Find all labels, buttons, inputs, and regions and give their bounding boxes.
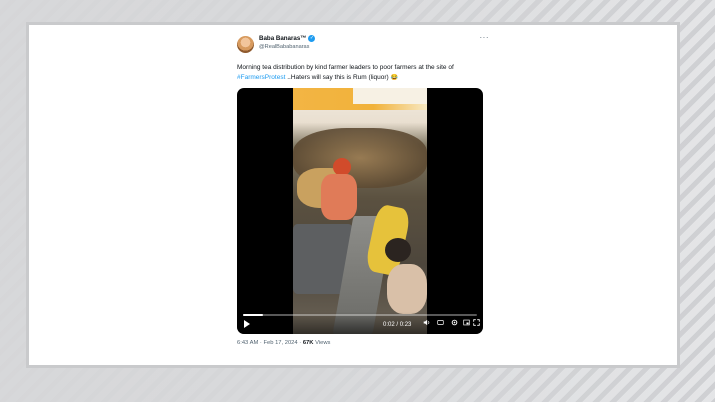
tweet-text-part1: Morning tea distribution by kind farmer … bbox=[237, 64, 454, 71]
more-options-icon[interactable]: ··· bbox=[480, 33, 490, 42]
pip-icon[interactable] bbox=[463, 319, 470, 329]
time-separator: / bbox=[396, 322, 399, 328]
tweet-time[interactable]: 6:43 AM bbox=[237, 340, 258, 346]
meta-separator: · bbox=[259, 340, 262, 346]
play-icon[interactable] bbox=[244, 320, 250, 328]
author-name[interactable]: Baba Banaras™ bbox=[259, 35, 306, 42]
current-time: 0:02 bbox=[383, 322, 395, 328]
tweet-text: Morning tea distribution by kind farmer … bbox=[237, 63, 489, 83]
views-count: 67K bbox=[302, 340, 314, 346]
hashtag-link[interactable]: #FarmersProtest bbox=[237, 74, 285, 81]
author-handle[interactable]: @RealBababanaras bbox=[259, 44, 309, 50]
screenshot-frame: Baba Banaras™ ✓ @RealBababanaras ··· Mor… bbox=[26, 22, 680, 368]
video-player[interactable]: 0:02 / 0:23 bbox=[237, 88, 483, 334]
tweet-card: Baba Banaras™ ✓ @RealBababanaras ··· Mor… bbox=[237, 33, 490, 346]
fullscreen-icon[interactable] bbox=[473, 319, 480, 329]
avatar[interactable] bbox=[237, 36, 254, 53]
video-controls: 0:02 / 0:23 bbox=[237, 312, 483, 334]
video-frame bbox=[293, 88, 427, 334]
verified-badge-icon: ✓ bbox=[308, 35, 316, 42]
video-progress-fill bbox=[243, 314, 264, 316]
duration: 0:23 bbox=[399, 322, 412, 328]
settings-icon[interactable] bbox=[451, 319, 458, 329]
meta-separator: · bbox=[299, 340, 302, 346]
crowd-person bbox=[387, 264, 427, 314]
captions-icon[interactable] bbox=[437, 319, 444, 329]
tweet-text-part2: ..Haters will say this is Rum (liquor) bbox=[285, 73, 391, 81]
crowd-person bbox=[321, 174, 357, 220]
video-time: 0:02 / 0:23 bbox=[383, 321, 411, 329]
tent-canopy-light bbox=[353, 88, 427, 104]
volume-icon[interactable] bbox=[423, 319, 430, 329]
author-name-row: Baba Banaras™ ✓ bbox=[259, 35, 316, 42]
tweet-date[interactable]: Feb 17, 2024 bbox=[263, 340, 297, 346]
tweet-meta: 6:43 AM · Feb 17, 2024 · 67K Views bbox=[237, 340, 489, 346]
views-label: Views bbox=[315, 340, 331, 346]
laughing-emoji: 😂 bbox=[390, 74, 398, 81]
tweet-header: Baba Banaras™ ✓ @RealBababanaras ··· bbox=[237, 33, 490, 59]
video-progress-bar[interactable] bbox=[243, 314, 477, 316]
crowd-person-head bbox=[385, 238, 411, 262]
